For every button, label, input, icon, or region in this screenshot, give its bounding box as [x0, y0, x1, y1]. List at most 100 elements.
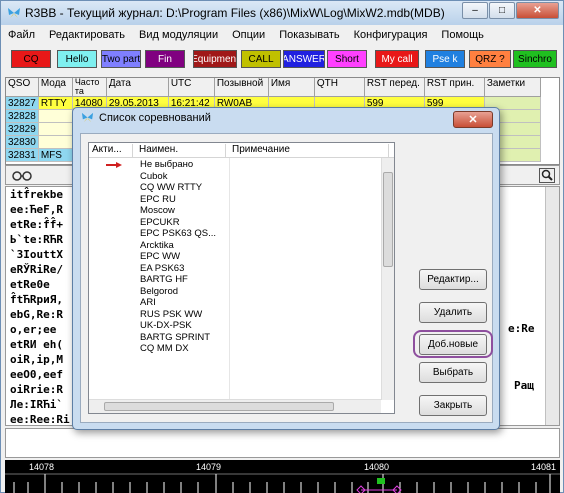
list-item[interactable]: CQ MM DX	[89, 343, 381, 355]
list-item[interactable]: Moscow	[89, 205, 381, 217]
scroll-thumb[interactable]	[104, 402, 334, 411]
contest-name: Cubok	[140, 170, 168, 182]
col-freq[interactable]: Часто та	[72, 78, 107, 97]
cell: RTTY	[38, 96, 73, 110]
rx-line: Ь`te:RЋR	[10, 233, 63, 246]
contest-name: EPC RU	[140, 193, 176, 205]
list-item[interactable]: BARTG HF	[89, 274, 381, 286]
list-item[interactable]: Belgorod	[89, 286, 381, 298]
window-title: R3BB - Текущий журнал: D:\Program Files …	[25, 6, 445, 20]
rx-scrollbar[interactable]	[545, 187, 559, 425]
menu-file[interactable]: Файл	[1, 27, 42, 45]
list-item[interactable]: EPC WW	[89, 251, 381, 263]
scroll-thumb[interactable]	[383, 172, 393, 267]
macro-two-part-button[interactable]: Two part	[101, 50, 141, 68]
col-utc[interactable]: UTC	[168, 78, 215, 97]
menu-mode[interactable]: Вид модуляции	[132, 27, 225, 45]
select-button[interactable]: Выбрать	[419, 362, 487, 383]
col-rst-sent[interactable]: RST перед.	[364, 78, 425, 97]
menu-options[interactable]: Опции	[225, 27, 272, 45]
list-horizontal-scrollbar[interactable]	[89, 399, 381, 413]
list-item[interactable]: EPC PSK63 QS...	[89, 228, 381, 240]
macro-cq-button[interactable]: CQ	[11, 50, 51, 68]
freq-tick: 14081	[531, 462, 557, 472]
macro-qrz-button[interactable]: QRZ ?	[469, 50, 511, 68]
cell	[38, 135, 73, 149]
rx-line: Ращ	[514, 379, 534, 392]
cell: 32831	[6, 148, 39, 162]
col-date[interactable]: Дата	[106, 78, 169, 97]
dialog-title-bar: Список соревнований	[81, 111, 211, 124]
dialog-close-button[interactable]: ✕	[453, 111, 493, 128]
list-item[interactable]: RUS PSK WW	[89, 309, 381, 321]
list-item[interactable]: ARI	[89, 297, 381, 309]
list-vertical-scrollbar[interactable]	[381, 158, 394, 400]
rx-line: ee:ЋeF,R	[10, 203, 63, 216]
frequency-scale	[5, 473, 560, 493]
list-item[interactable]: EA PSK63	[89, 263, 381, 275]
contest-name: CQ MM DX	[140, 343, 189, 354]
list-item[interactable]: UK-DX-PSK	[89, 320, 381, 332]
list-item[interactable]: EPCUKR	[89, 217, 381, 229]
rx-line: oiR,ip,M	[10, 353, 63, 366]
edit-button[interactable]: Редактир...	[419, 269, 487, 290]
rx-line: ee:Ree:Ri	[10, 413, 70, 426]
dialog-close-btn[interactable]: Закрыть	[419, 395, 487, 416]
menu-help[interactable]: Помощь	[434, 27, 491, 45]
list-item[interactable]: CQ WW RTTY	[89, 182, 381, 194]
macro-sinchro-button[interactable]: Sinchro	[513, 50, 557, 68]
list-header: Акти... Наимен. Примечание	[89, 143, 394, 158]
arrow-right-icon	[106, 162, 122, 168]
macro-pse-k-button[interactable]: Pse k	[425, 50, 465, 68]
waterfall-display[interactable]: 14078 14079 14080 14081	[5, 460, 560, 493]
col-rst-rcvd[interactable]: RST прин.	[424, 78, 485, 97]
maximize-button[interactable]: □	[489, 2, 515, 19]
add-new-button[interactable]: Доб.новые	[419, 334, 487, 355]
col-qth[interactable]: QTH	[314, 78, 365, 97]
contest-name: Arcktika	[140, 239, 174, 251]
macro-fin-button[interactable]: Fin	[145, 50, 185, 68]
menu-view[interactable]: Показывать	[272, 27, 346, 45]
contest-name: Moscow	[140, 205, 175, 216]
macro-equipment-button[interactable]: Equipment	[193, 50, 237, 68]
menu-config[interactable]: Конфигурация	[347, 27, 435, 45]
col-comment[interactable]: Примечание	[229, 144, 389, 158]
rx-line: etRИ eh(	[10, 338, 63, 351]
col-qso[interactable]: QSO	[6, 78, 39, 97]
list-item[interactable]: BARTG SPRINT	[89, 332, 381, 344]
list-item[interactable]: Cubok	[89, 171, 381, 183]
rx-line: oiRrie:R	[10, 383, 63, 396]
menu-edit[interactable]: Редактировать	[42, 27, 132, 45]
glasses-icon[interactable]	[12, 168, 32, 182]
cell	[38, 109, 73, 123]
list-item[interactable]: Arcktika	[89, 240, 381, 252]
col-name[interactable]: Наимен.	[136, 144, 226, 158]
delete-button[interactable]: Удалить	[419, 302, 487, 323]
freq-tick: 14080	[364, 462, 390, 472]
col-notes[interactable]: Заметки	[484, 78, 541, 97]
macro-my-call-button[interactable]: My call	[375, 50, 419, 68]
macro-answer-button[interactable]: ANSWER	[283, 50, 325, 68]
macro-hello-button[interactable]: Hello	[57, 50, 97, 68]
contest-list[interactable]: Акти... Наимен. Примечание Не выбрано Cu…	[88, 142, 395, 414]
contest-list-dialog: Список соревнований ✕ Акти... Наимен. Пр…	[72, 107, 500, 430]
cell: 32830	[6, 135, 39, 149]
list-item[interactable]: Не выбрано	[89, 159, 381, 171]
contest-name: Belgorod	[140, 285, 179, 297]
contest-name: EPC WW	[140, 251, 181, 262]
cell: 32828	[6, 109, 39, 123]
col-name[interactable]: Имя	[268, 78, 315, 97]
close-button[interactable]: ✕	[516, 2, 559, 19]
tx-text-pane[interactable]	[5, 428, 560, 458]
col-call[interactable]: Позывной	[214, 78, 269, 97]
macro-call-button[interactable]: CALL	[241, 50, 281, 68]
minimize-button[interactable]: –	[462, 2, 488, 19]
macro-short-button[interactable]: Short	[327, 50, 367, 68]
rx-line: ebG,Re:R	[10, 308, 63, 321]
list-item[interactable]: EPC RU	[89, 194, 381, 206]
col-mode[interactable]: Мода	[38, 78, 73, 97]
col-active[interactable]: Акти...	[89, 144, 133, 158]
rx-line: etRe:f̂f̂+	[10, 218, 63, 231]
rx-line: itf̂rekbe	[10, 188, 63, 201]
search-icon[interactable]	[539, 168, 555, 183]
